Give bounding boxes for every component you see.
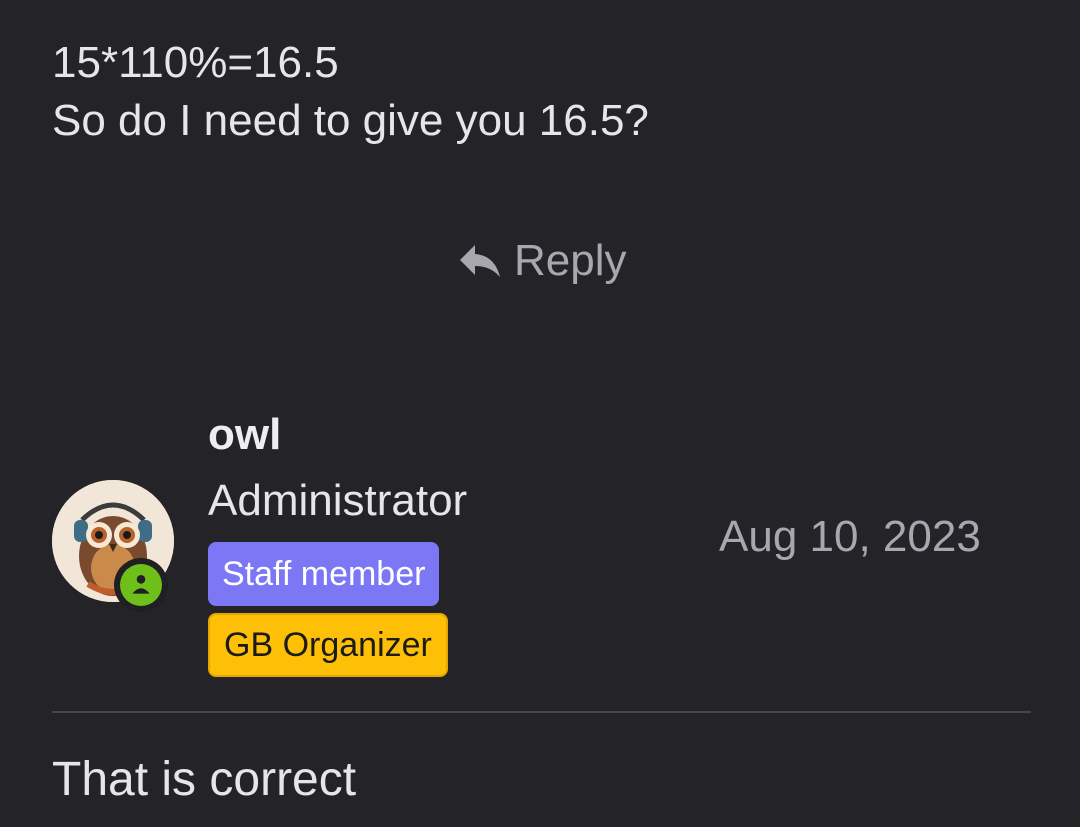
author-username[interactable]: owl [208,410,281,460]
previous-post-body: 15*110%=16.5 So do I need to give you 16… [52,34,649,150]
post-divider [52,711,1031,713]
staff-member-badge: Staff member [208,542,440,606]
post-body: That is correct [52,753,357,806]
reply-arrow-icon [458,243,502,279]
user-avatar[interactable] [52,480,174,612]
author-title: Administrator [208,476,468,525]
gb-organizer-badge: GB Organizer [208,613,448,677]
reply-label: Reply [514,236,627,285]
online-user-icon [132,575,150,594]
online-status-badge [114,558,168,612]
reply-button[interactable]: Reply [458,236,627,286]
post-line: So do I need to give you 16.5? [52,96,649,145]
thread-page: 15*110%=16.5 So do I need to give you 16… [0,0,1080,827]
post-line: 15*110%=16.5 [52,38,339,87]
post-date[interactable]: Aug 10, 2023 [719,512,981,562]
